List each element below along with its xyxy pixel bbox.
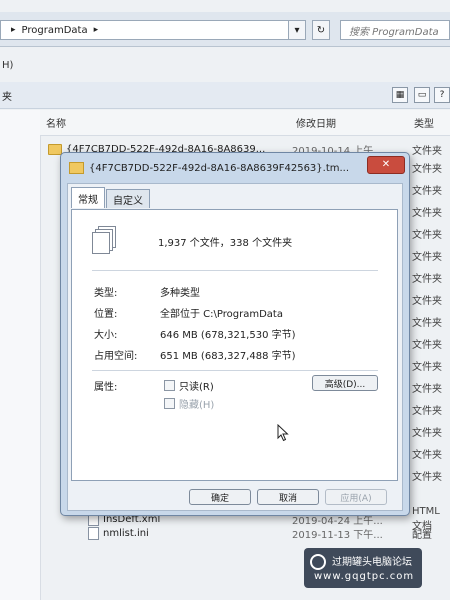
watermark-logo-icon <box>310 554 326 570</box>
help-icon[interactable]: ? <box>434 87 450 103</box>
type-cell: 文件夹 <box>412 318 442 329</box>
type-cell: 文件夹 <box>412 406 442 417</box>
size-label: 大小: <box>94 330 118 341</box>
divider <box>92 270 378 271</box>
close-icon: ✕ <box>381 159 391 170</box>
menu-bar: H) <box>0 60 450 78</box>
type-cell: 文件夹 <box>412 450 442 461</box>
location-value: 全部位于 C:\ProgramData <box>160 309 283 320</box>
tab-customize[interactable]: 自定义 <box>106 189 150 208</box>
type-cell: 文件夹 <box>412 340 442 351</box>
type-cell: 文件夹 <box>412 472 442 483</box>
type-cell: 文件夹 <box>412 164 442 175</box>
folder-icon <box>69 162 84 174</box>
general-panel: 1,937 个文件，338 个文件夹 类型: 多种类型 位置: 全部位于 C:\… <box>71 209 398 481</box>
type-cell: 文件夹 <box>412 230 442 241</box>
view-options-icon[interactable]: ▦ <box>392 87 408 103</box>
checkbox-box[interactable] <box>164 398 175 409</box>
type-cell: 文件夹 <box>412 186 442 197</box>
breadcrumb[interactable]: ProgramData <box>22 25 88 36</box>
search-input[interactable]: 搜索 ProgramData <box>340 20 450 40</box>
properties-dialog: {4F7CB7DD-522F-492d-8A16-8A8639F42563}.t… <box>60 152 410 516</box>
attributes-label: 属性: <box>94 382 118 393</box>
type-label: 类型: <box>94 288 118 299</box>
apply-button[interactable]: 应用(A) <box>325 489 387 505</box>
type-cell: 文件夹 <box>412 274 442 285</box>
type-cell: 文件夹 <box>412 208 442 219</box>
readonly-checkbox[interactable]: 只读(R) <box>164 378 214 393</box>
chevron-right-icon: ▸ <box>11 25 16 35</box>
dropdown-button[interactable]: ▾ <box>288 20 306 40</box>
address-bar: ▸ ProgramData ▸ ▾ ↻ 搜索 ProgramData <box>0 12 450 47</box>
hidden-checkbox[interactable]: 隐藏(H) <box>164 396 214 411</box>
folder-icon <box>48 143 62 155</box>
dialog-title: {4F7CB7DD-522F-492d-8A16-8A8639F42563}.t… <box>89 162 350 174</box>
cancel-button[interactable]: 取消 <box>257 489 319 505</box>
divider <box>92 370 378 371</box>
ini-file-icon <box>88 526 99 540</box>
size-on-disk-value: 651 MB (683,327,488 字节) <box>160 351 296 362</box>
size-value: 646 MB (678,321,530 字节) <box>160 330 296 341</box>
column-header-date[interactable]: 修改日期 <box>290 110 408 136</box>
selection-summary: 1,937 个文件，338 个文件夹 <box>158 238 293 249</box>
type-cell: 文件夹 <box>412 428 442 439</box>
site-watermark: 过期罐头电脑论坛 www.gqgtpc.com <box>304 548 422 588</box>
tab-general[interactable]: 常规 <box>71 187 105 208</box>
preview-pane-icon[interactable]: ▭ <box>414 87 430 103</box>
type-cell: 文件夹 <box>412 296 442 307</box>
checkbox-box[interactable] <box>164 380 175 391</box>
close-button[interactable]: ✕ <box>367 156 405 174</box>
type-cell: 文件夹 <box>412 252 442 263</box>
type-cell: 文件夹 <box>412 384 442 395</box>
watermark-title: 过期罐头电脑论坛 <box>332 557 412 568</box>
navigation-pane <box>0 110 41 600</box>
dialog-title-bar[interactable]: {4F7CB7DD-522F-492d-8A16-8A8639F42563}.t… <box>69 159 369 177</box>
refresh-icon: ↻ <box>316 24 326 36</box>
tab-bar: 常规 自定义 <box>71 187 151 209</box>
file-row-ini[interactable]: nmlist.ini 2019-11-13 下午... 配置 <box>40 524 450 542</box>
ok-button[interactable]: 确定 <box>189 489 251 505</box>
type-cell: 文件夹 <box>412 362 442 373</box>
toolbar: 夹 ▦ ▭ ? <box>0 82 450 109</box>
column-header-name[interactable]: 名称 <box>40 110 290 136</box>
toolbar-new-folder[interactable]: 夹 <box>2 88 12 103</box>
size-on-disk-label: 占用空间: <box>94 351 138 362</box>
column-header-type[interactable]: 类型 <box>408 110 450 136</box>
chevron-right-icon: ▸ <box>93 25 99 35</box>
refresh-button[interactable]: ↻ <box>312 20 330 40</box>
advanced-button[interactable]: 高级(D)... <box>312 375 378 391</box>
mouse-cursor-icon <box>277 424 289 442</box>
address-field[interactable]: ▸ ProgramData ▸ <box>0 20 298 40</box>
watermark-url: www.gqgtpc.com <box>314 571 415 582</box>
multiple-files-icon <box>92 226 116 254</box>
menu-item-help[interactable]: H) <box>2 60 13 71</box>
type-value: 多种类型 <box>160 288 200 299</box>
chevron-down-icon: ▾ <box>294 24 300 36</box>
location-label: 位置: <box>94 309 118 320</box>
